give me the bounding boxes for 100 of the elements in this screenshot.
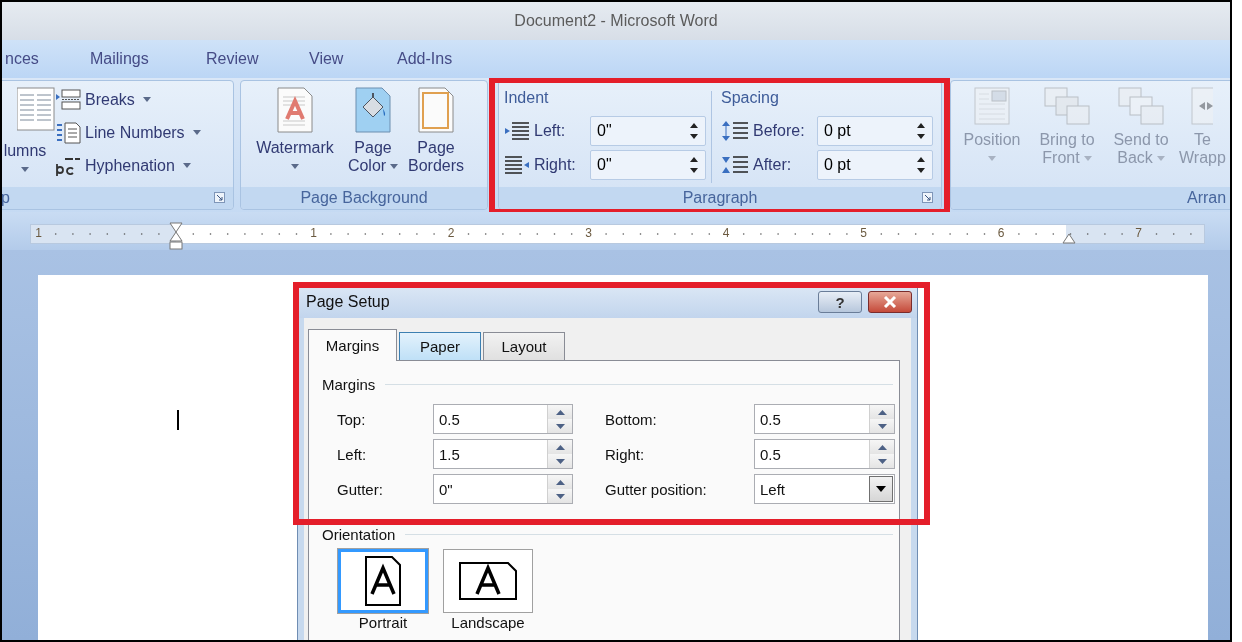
ruler-number: 4: [722, 226, 730, 240]
spin-arrows-icon[interactable]: [916, 156, 926, 174]
dialog-tab[interactable]: Margins: [308, 329, 397, 361]
bring-forward-icon: [1044, 87, 1090, 125]
ribbon-tab[interactable]: Review: [206, 50, 309, 68]
columns-button[interactable]: lumns: [3, 141, 47, 172]
spin-field[interactable]: 0": [590, 150, 706, 180]
ribbon-tab[interactable]: View: [309, 50, 397, 68]
caret-icon: [291, 164, 299, 169]
dialog-title: Page Setup: [306, 293, 391, 311]
caret-icon: [192, 130, 201, 135]
window-title: Document2 - Microsoft Word: [514, 12, 718, 30]
ribbon-menu-button[interactable]: Line Numbers: [53, 116, 201, 149]
page-border-icon: [418, 87, 454, 133]
spin-down-icon[interactable]: [877, 458, 887, 464]
ribbon-menu-button[interactable]: Hyphenation: [53, 149, 201, 182]
spin-up-icon[interactable]: [555, 409, 565, 415]
caret-icon: [142, 97, 151, 102]
spin-down-icon[interactable]: [555, 458, 565, 464]
field-label: Before:: [753, 122, 806, 140]
field-label: After:: [753, 156, 793, 174]
spacing-before-icon: [721, 120, 749, 142]
ruler-number: 3: [585, 226, 592, 240]
field-label: Left:: [337, 445, 368, 463]
indent-marker-icon[interactable]: [169, 222, 183, 250]
spin-field[interactable]: 0 pt: [817, 116, 933, 146]
close-icon: [882, 296, 898, 308]
group-label: Arran: [1187, 189, 1227, 207]
ruler-number: 1: [310, 226, 317, 240]
section-heading: Indent: [504, 88, 550, 108]
spin-field[interactable]: 0.5: [754, 404, 895, 434]
spin-up-icon[interactable]: [555, 444, 565, 450]
section-heading: Margins: [322, 375, 376, 393]
caret-icon: [21, 167, 29, 172]
page-break-icon: [55, 88, 81, 111]
spin-down-icon[interactable]: [555, 423, 565, 429]
field-label: Left:: [534, 122, 567, 140]
section-heading: Spacing: [721, 88, 780, 108]
watermark-icon: [277, 87, 313, 133]
indent-right-icon: [504, 155, 530, 175]
dialog-tab[interactable]: Layout: [483, 332, 565, 360]
field-label: Bottom:: [605, 410, 658, 428]
spin-field[interactable]: 0 pt: [817, 150, 933, 180]
caret-icon: [182, 163, 191, 168]
ribbon-button[interactable]: Page Color: [341, 87, 405, 187]
landscape-page-icon: [457, 560, 519, 602]
indent-left-icon: [504, 121, 530, 141]
text-wrap-icon: [1191, 87, 1214, 125]
text-cursor: [177, 410, 179, 430]
line-numbers-icon: [55, 121, 81, 144]
spin-up-icon[interactable]: [877, 444, 887, 450]
ruler-number: 1: [35, 226, 42, 240]
group-label: p: [2, 189, 10, 207]
group-label: Paragraph: [682, 189, 758, 207]
caret-icon: [1156, 155, 1165, 161]
ribbon-tab[interactable]: nces: [5, 50, 90, 68]
spin-field[interactable]: 0": [433, 474, 573, 504]
dialog-tab[interactable]: Paper: [399, 332, 481, 360]
help-button[interactable]: ?: [818, 291, 862, 313]
caret-icon: [988, 156, 996, 161]
ribbon-tab[interactable]: Mailings: [90, 50, 206, 68]
spin-arrows-icon[interactable]: [689, 156, 699, 174]
ruler-number: 6: [997, 226, 1005, 240]
dialog-launcher-icon[interactable]: [922, 192, 933, 203]
field-label: Right:: [534, 156, 577, 174]
indent-marker-icon[interactable]: [1062, 233, 1076, 244]
field-label: Right:: [605, 445, 646, 463]
ribbon-tab[interactable]: Add-Ins: [397, 50, 453, 68]
spin-field[interactable]: 0.5: [754, 439, 895, 469]
spin-up-icon[interactable]: [877, 409, 887, 415]
spin-up-icon[interactable]: [555, 479, 565, 485]
spin-field[interactable]: 1.5: [433, 439, 573, 469]
ruler-number: 5: [860, 226, 867, 240]
portrait-page-icon: [363, 554, 403, 608]
columns-icon: [17, 87, 55, 131]
spin-field[interactable]: 0": [590, 116, 706, 146]
dropdown-arrow-icon[interactable]: [876, 486, 886, 492]
spin-arrows-icon[interactable]: [916, 122, 926, 140]
spin-arrows-icon[interactable]: [689, 122, 699, 140]
spacing-after-icon: [721, 154, 749, 176]
ruler-number: 7: [1135, 226, 1142, 240]
spin-down-icon[interactable]: [877, 423, 887, 429]
group-label: Page Background: [300, 189, 428, 207]
position-icon: [974, 87, 1010, 125]
paint-bucket-icon: [355, 87, 391, 133]
ribbon-button[interactable]: Watermark: [249, 87, 341, 187]
dialog-launcher-icon[interactable]: [214, 192, 225, 203]
send-backward-icon: [1118, 87, 1164, 125]
caret-icon: [1083, 155, 1092, 161]
spin-down-icon[interactable]: [555, 493, 565, 499]
dropdown-field[interactable]: Left: [754, 474, 895, 504]
ruler-number: 2: [447, 226, 455, 240]
ribbon-menu-button[interactable]: Breaks: [53, 83, 201, 116]
close-button[interactable]: [868, 291, 912, 313]
caret-icon: [390, 163, 399, 169]
spin-field[interactable]: 0.5: [433, 404, 573, 434]
field-label: Top:: [337, 410, 367, 428]
section-heading: Orientation: [322, 525, 396, 543]
field-label: Gutter:: [337, 480, 384, 498]
ribbon-button[interactable]: Page Borders: [405, 87, 467, 187]
